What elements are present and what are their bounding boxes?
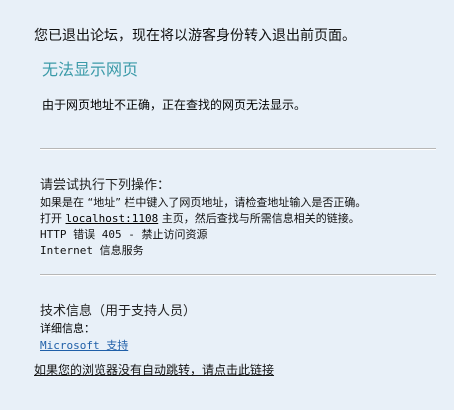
- microsoft-support-link[interactable]: Microsoft 支持: [40, 337, 128, 353]
- divider-top: [40, 148, 436, 150]
- divider-bottom: [40, 274, 436, 276]
- page-title: 无法显示网页: [42, 60, 139, 79]
- details-label: 详细信息：: [40, 322, 95, 335]
- localhost-link[interactable]: localhost:1108: [66, 212, 159, 225]
- iis-label: Internet 信息服务: [40, 244, 144, 257]
- try-actions-title: 请尝试执行下列操作：: [40, 178, 171, 193]
- error-description: 由于网页地址不正确，正在查找的网页无法显示。: [42, 98, 307, 112]
- check-address-tip: 如果是在 “地址” 栏中键入了网页地址，请检查地址输入是否正确。: [40, 196, 367, 209]
- http-error-code: HTTP 错误 405 - 禁止访问资源: [40, 228, 208, 241]
- logout-message: 您已退出论坛，现在将以游客身份转入退出前页面。: [34, 28, 356, 44]
- open-homepage-tip: 打开 localhost:1108 主页，然后查找与所需信息相关的链接。: [40, 210, 360, 226]
- redirect-link[interactable]: 如果您的浏览器没有自动跳转，请点击此链接: [34, 361, 274, 378]
- open-homepage-prefix: 打开: [40, 212, 66, 225]
- tech-info-title: 技术信息（用于支持人员）: [40, 304, 197, 319]
- open-homepage-suffix: 主页，然后查找与所需信息相关的链接。: [158, 212, 360, 225]
